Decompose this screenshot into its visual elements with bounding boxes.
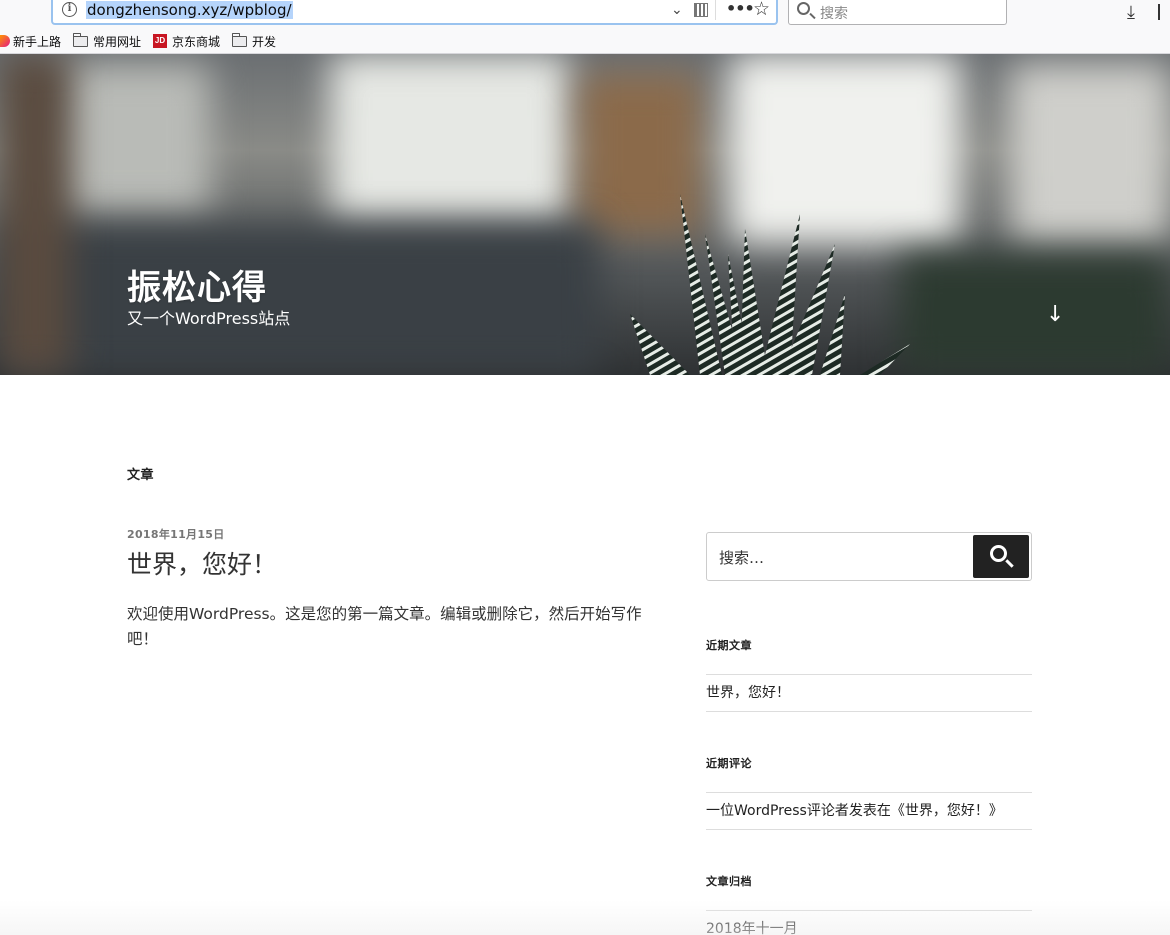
bookmark-newbie[interactable]: 新手上路 <box>0 33 61 50</box>
recent-posts-title: 近期文章 <box>706 639 752 652</box>
firefox-icon <box>0 35 10 47</box>
bookmark-label: 开发 <box>252 34 277 49</box>
bookmark-label: 京东商城 <box>172 34 221 49</box>
info-icon[interactable]: i <box>62 2 77 17</box>
qr-code-icon[interactable] <box>694 3 708 17</box>
recent-comments-title: 近期评论 <box>706 757 752 770</box>
page-title: 文章 <box>127 468 155 483</box>
url-bar[interactable]: i dongzhensong.xyz/wpblog/ ⌄ ••• ☆ <box>51 0 778 25</box>
post-date[interactable]: 2018年11月15日 <box>127 526 225 542</box>
bookmark-label: 常用网址 <box>93 34 142 49</box>
search-input[interactable]: 搜索… <box>719 547 764 568</box>
sidebar-search-form: 搜索… <box>706 532 1032 581</box>
browser-toolbar: i dongzhensong.xyz/wpblog/ ⌄ ••• ☆ 搜索 ⤓ … <box>0 0 1170 54</box>
recent-comment-item[interactable]: 一位WordPress评论者发表在《世界，您好！》 <box>706 792 1032 830</box>
download-icon[interactable]: ⤓ <box>1127 2 1135 23</box>
arrow-down-icon[interactable]: ↓ <box>1046 302 1064 327</box>
post-content: 欢迎使用WordPress。这是您的第一篇文章。编辑或删除它，然后开始写作吧！ <box>127 605 642 648</box>
chevron-down-icon[interactable]: ⌄ <box>671 2 683 18</box>
header-image: 振松心得 又一个WordPress站点 ↓ <box>0 54 1170 375</box>
archive-item[interactable]: 2018年十一月 <box>706 910 1032 935</box>
site-description: 又一个WordPress站点 <box>127 309 291 328</box>
search-button[interactable] <box>973 535 1029 578</box>
recent-post-item[interactable]: 世界，您好！ <box>706 674 1032 712</box>
more-icon[interactable]: ••• <box>726 0 755 18</box>
site-title[interactable]: 振松心得 <box>127 260 267 309</box>
archives-title: 文章归档 <box>706 875 752 888</box>
jd-icon: JD <box>153 34 168 48</box>
browser-search-placeholder: 搜索 <box>820 6 848 22</box>
bookmark-dev[interactable]: 开发 <box>232 32 277 50</box>
url-text[interactable]: dongzhensong.xyz/wpblog/ <box>86 1 293 19</box>
post-title[interactable]: 世界，您好！ <box>127 545 277 581</box>
divider <box>715 0 716 20</box>
bookmark-common-sites[interactable]: 常用网址 <box>73 32 142 50</box>
bookmark-jd[interactable]: JD 京东商城 <box>153 33 220 50</box>
library-icon[interactable] <box>1158 4 1170 20</box>
star-icon[interactable]: ☆ <box>753 0 770 20</box>
bookmark-label: 新手上路 <box>13 34 62 49</box>
search-icon <box>797 2 810 15</box>
browser-search-bar[interactable]: 搜索 <box>788 0 1007 25</box>
bookmarks-bar: 新手上路 常用网址 JD 京东商城 开发 <box>0 31 288 51</box>
folder-icon <box>73 32 89 47</box>
folder-icon <box>232 32 248 47</box>
search-icon <box>990 545 1007 562</box>
